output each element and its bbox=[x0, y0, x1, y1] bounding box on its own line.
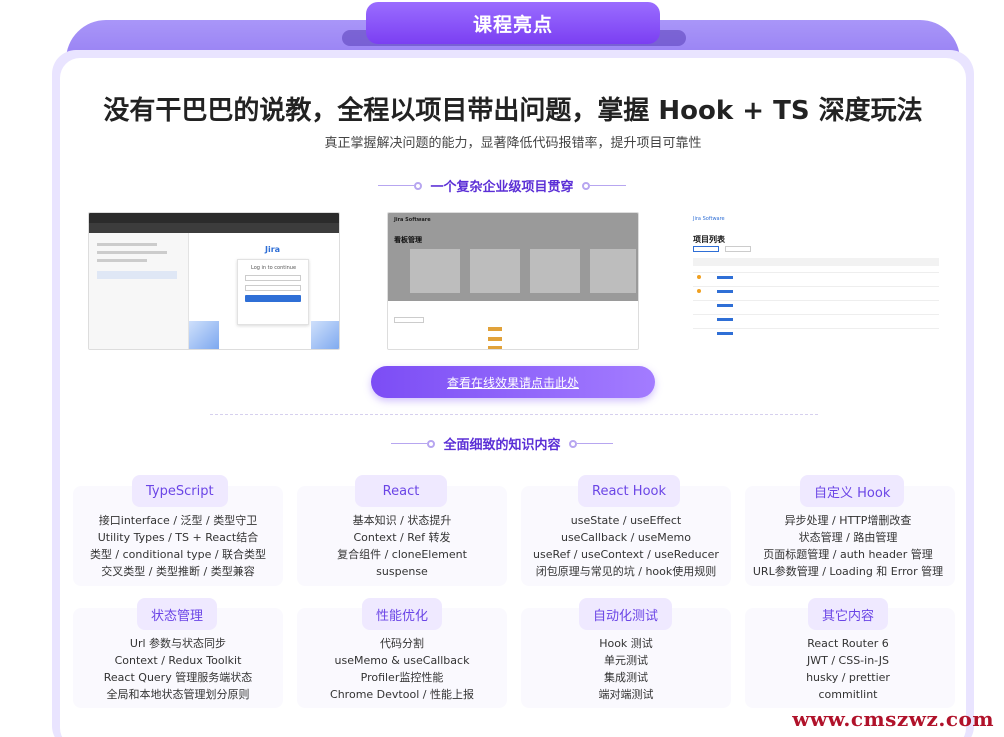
board-column-4 bbox=[590, 249, 636, 293]
devtools-selected-row bbox=[97, 271, 177, 279]
knowledge-line: husky / prettier bbox=[806, 671, 890, 684]
board-column-3 bbox=[530, 249, 580, 293]
knowledge-card-title: 自定义 Hook bbox=[800, 475, 905, 507]
knowledge-line: useMemo & useCallback bbox=[334, 654, 470, 667]
login-username-input[interactable] bbox=[245, 275, 301, 281]
knowledge-line: useState / useEffect bbox=[570, 514, 682, 527]
login-password-input[interactable] bbox=[245, 285, 301, 291]
knowledge-card-title: 性能优化 bbox=[362, 598, 443, 630]
knowledge-line: 页面标题管理 / auth header 管理 bbox=[763, 548, 933, 561]
knowledge-line: React Router 6 bbox=[807, 637, 889, 650]
knowledge-card-title: 自动化测试 bbox=[579, 598, 673, 630]
knowledge-card-lines: 代码分割 useMemo & useCallback Profiler监控性能 … bbox=[282, 635, 522, 703]
project-screenshot-board[interactable]: Jira Software 看板管理 bbox=[387, 212, 639, 350]
knowledge-line: React Query 管理服务端状态 bbox=[103, 671, 253, 684]
list-search-input[interactable] bbox=[693, 246, 719, 252]
knowledge-section-title: 全面细致的知识内容 bbox=[0, 434, 1004, 453]
login-form-title: Log in to continue bbox=[251, 265, 297, 271]
knowledge-line: 全局和本地状态管理划分原则 bbox=[106, 688, 250, 701]
knowledge-card-lines: 异步处理 / HTTP增删改查 状态管理 / 路由管理 页面标题管理 / aut… bbox=[728, 512, 968, 580]
knowledge-line: Url 参数与状态同步 bbox=[129, 637, 227, 650]
knowledge-line: Chrome Devtool / 性能上报 bbox=[330, 688, 474, 701]
knowledge-card-lines: Url 参数与状态同步 Context / Redux Toolkit Reac… bbox=[58, 635, 298, 703]
knowledge-line: Context / Redux Toolkit bbox=[114, 654, 242, 667]
knowledge-card-lines: 接口interface / 泛型 / 类型守卫 Utility Types / … bbox=[58, 512, 298, 580]
knowledge-line: suspense bbox=[376, 565, 428, 578]
project-screenshot-login[interactable]: Jira Log in to continue bbox=[88, 212, 340, 350]
page-subline: 真正掌握解决问题的能力，显著降低代码报错率，提升项目可靠性 bbox=[324, 136, 702, 151]
list-title: 项目列表 bbox=[693, 235, 725, 244]
knowledge-card-title: 其它内容 bbox=[808, 598, 889, 630]
board-column-1 bbox=[410, 249, 460, 293]
knowledge-line: Profiler监控性能 bbox=[360, 671, 444, 684]
project-section-title-text: 一个复杂企业级项目贯穿 bbox=[430, 180, 574, 195]
knowledge-line: useRef / useContext / useReducer bbox=[533, 548, 719, 561]
knowledge-line: JWT / CSS-in-JS bbox=[807, 654, 889, 667]
section-divider bbox=[210, 414, 818, 415]
knowledge-card-title: React bbox=[355, 475, 447, 507]
knowledge-line: 代码分割 bbox=[380, 637, 424, 650]
list-user-select[interactable] bbox=[725, 246, 751, 252]
knowledge-card-lines: 基本知识 / 状态提升 Context / Ref 转发 复合组件 / clon… bbox=[282, 512, 522, 580]
browser-toolbar bbox=[89, 223, 339, 233]
site-watermark: www.cmszwz.com bbox=[792, 707, 994, 731]
login-submit-button[interactable] bbox=[245, 295, 301, 302]
knowledge-line: 异步处理 / HTTP增删改查 bbox=[784, 514, 912, 527]
knowledge-line: 集成测试 bbox=[604, 671, 648, 684]
board-brand: Jira Software bbox=[394, 217, 431, 223]
knowledge-card-title: React Hook bbox=[578, 475, 681, 507]
knowledge-card-lines: React Router 6 JWT / CSS-in-JS husky / p… bbox=[728, 635, 968, 703]
knowledge-line: 复合组件 / cloneElement bbox=[337, 548, 467, 561]
knowledge-line: 接口interface / 泛型 / 类型守卫 bbox=[98, 514, 258, 527]
knowledge-line: 单元测试 bbox=[604, 654, 648, 667]
login-brand: Jira bbox=[265, 245, 281, 254]
project-screenshot-list[interactable]: Jira Software 项目列表 bbox=[687, 212, 942, 350]
star-icon[interactable] bbox=[697, 289, 701, 293]
knowledge-line: 状态管理 / 路由管理 bbox=[798, 531, 898, 544]
knowledge-card-lines: Hook 测试 单元测试 集成测试 端对端测试 bbox=[506, 635, 746, 703]
title-decoration-right bbox=[568, 439, 613, 448]
knowledge-line: 基本知识 / 状态提升 bbox=[352, 514, 452, 527]
star-icon[interactable] bbox=[697, 275, 701, 279]
knowledge-line: 端对端测试 bbox=[598, 688, 654, 701]
knowledge-line: commitlint bbox=[818, 688, 878, 701]
title-decoration-left bbox=[378, 181, 423, 190]
knowledge-line: 闭包原理与常见的坑 / hook使用规则 bbox=[535, 565, 717, 578]
knowledge-line: useCallback / useMemo bbox=[560, 531, 692, 544]
list-table-header bbox=[693, 258, 939, 266]
knowledge-line: Context / Ref 转发 bbox=[353, 531, 451, 544]
knowledge-line: 类型 / conditional type / 联合类型 bbox=[89, 548, 267, 561]
knowledge-line: URL参数管理 / Loading 和 Error 管理 bbox=[752, 565, 944, 578]
view-online-demo-button[interactable]: 查看在线效果请点击此处 bbox=[371, 366, 655, 398]
browser-titlebar bbox=[89, 213, 339, 223]
board-devtools bbox=[388, 301, 638, 349]
title-decoration-right bbox=[581, 181, 626, 190]
board-column-2 bbox=[470, 249, 520, 293]
project-section-title: 一个复杂企业级项目贯穿 bbox=[0, 176, 1004, 195]
page-headline: 没有干巴巴的说教，全程以项目带出问题，掌握 Hook + TS 深度玩法 bbox=[103, 96, 923, 126]
knowledge-line: Utility Types / TS + React结合 bbox=[97, 531, 259, 544]
knowledge-line: Hook 测试 bbox=[599, 637, 653, 650]
knowledge-card-lines: useState / useEffect useCallback / useMe… bbox=[506, 512, 746, 580]
login-illustration-right bbox=[311, 321, 339, 349]
title-decoration-left bbox=[391, 439, 436, 448]
list-brand: Jira Software bbox=[693, 216, 725, 222]
login-illustration-left bbox=[189, 321, 219, 349]
knowledge-card-title: TypeScript bbox=[132, 475, 228, 507]
knowledge-section-title-text: 全面细致的知识内容 bbox=[443, 438, 561, 453]
knowledge-line: 交叉类型 / 类型推断 / 类型兼容 bbox=[101, 565, 255, 578]
section-tab-title: 课程亮点 bbox=[366, 2, 660, 44]
board-title: 看板管理 bbox=[394, 236, 422, 244]
knowledge-card-title: 状态管理 bbox=[137, 598, 218, 630]
